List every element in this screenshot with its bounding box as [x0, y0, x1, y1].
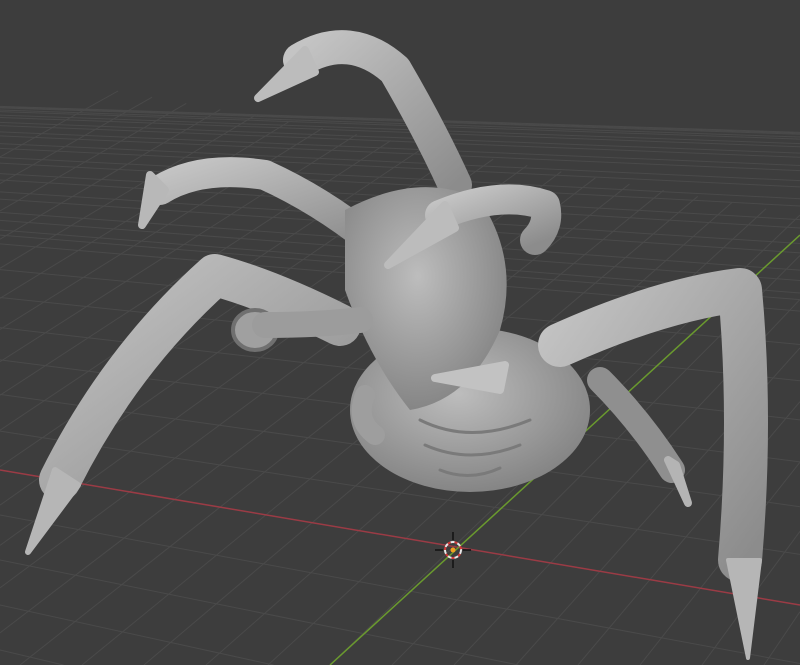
left-arm: [145, 157, 385, 255]
creature-model[interactable]: [25, 30, 768, 660]
right-leg-claw: [726, 558, 762, 660]
back-leg: [587, 367, 685, 483]
model-layer: [25, 30, 768, 660]
top-arm: [283, 30, 472, 202]
left-leg-claw: [25, 467, 81, 555]
mouth-arm: [252, 307, 373, 338]
3d-viewport[interactable]: [0, 0, 800, 665]
left-arm-claw: [138, 171, 169, 229]
3d-cursor-icon[interactable]: [435, 532, 471, 568]
left-leg: [39, 254, 361, 501]
